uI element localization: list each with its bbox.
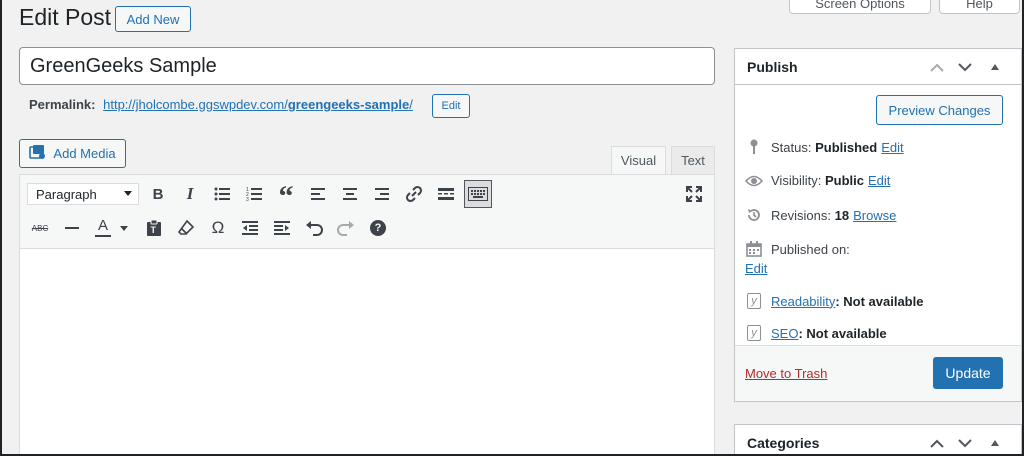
- paste-text-icon[interactable]: T: [140, 214, 168, 242]
- permalink-label: Permalink:: [29, 97, 96, 112]
- readability-row: y Readability: Not available: [745, 293, 923, 309]
- help-icon[interactable]: ?: [364, 214, 392, 242]
- increase-indent-icon[interactable]: [268, 214, 296, 242]
- update-button[interactable]: Update: [933, 357, 1003, 389]
- align-left-icon[interactable]: [304, 180, 332, 208]
- add-media-button[interactable]: Add Media: [19, 139, 126, 168]
- published-on-edit-link[interactable]: Edit: [745, 261, 767, 276]
- fullscreen-icon[interactable]: [680, 180, 708, 208]
- permalink-base: http://jholcombe.ggswpdev.com/: [103, 97, 288, 112]
- bold-icon[interactable]: B: [144, 180, 172, 208]
- format-select-value: Paragraph: [36, 186, 97, 202]
- publish-box: Publish Preview Changes Status: Publishe…: [734, 48, 1022, 402]
- screen-options-tab[interactable]: Screen Options: [789, 0, 931, 14]
- text-color-glyph: A: [97, 217, 108, 234]
- categories-header: Categories: [735, 425, 1021, 454]
- revisions-count: 18: [834, 207, 850, 223]
- blockquote-icon[interactable]: “: [272, 180, 300, 213]
- status-edit-link[interactable]: Edit: [881, 140, 903, 155]
- permalink-edit-button[interactable]: Edit: [432, 94, 470, 118]
- page-title: Edit Post: [19, 4, 112, 30]
- published-on-label: Published on:: [771, 241, 850, 257]
- italic-icon[interactable]: I: [176, 180, 204, 208]
- numbered-list-icon[interactable]: 123: [240, 180, 268, 208]
- move-down-icon[interactable]: [955, 57, 975, 77]
- post-title-input[interactable]: GreenGeeks Sample: [19, 47, 715, 85]
- svg-text:T: T: [151, 225, 157, 235]
- read-more-icon[interactable]: [432, 180, 460, 208]
- text-color-swatch: [95, 235, 111, 237]
- bullet-list-icon[interactable]: [208, 180, 236, 208]
- permalink-slug: greengeeks-sample: [287, 97, 410, 112]
- published-on-row: Published on:: [745, 241, 850, 257]
- publish-title: Publish: [747, 58, 798, 75]
- media-icon: [29, 144, 47, 163]
- move-to-trash-link[interactable]: Move to Trash: [745, 366, 827, 381]
- yoast-icon: y: [747, 293, 761, 309]
- help-glyph: ?: [370, 220, 386, 236]
- calendar-icon: [745, 241, 763, 257]
- special-character-icon[interactable]: Ω: [204, 214, 232, 242]
- visibility-row: Visibility: Public Edit: [745, 173, 890, 188]
- pin-icon: [745, 139, 763, 155]
- categories-box: Categories: [734, 424, 1022, 454]
- decrease-indent-icon[interactable]: [236, 214, 264, 242]
- tab-text[interactable]: Text: [671, 146, 715, 174]
- permalink-link[interactable]: http://jholcombe.ggswpdev.com/greengeeks…: [103, 97, 413, 112]
- eye-icon: [745, 175, 763, 187]
- add-new-button[interactable]: Add New: [115, 6, 191, 32]
- preview-changes-button[interactable]: Preview Changes: [876, 95, 1003, 125]
- seo-row: y SEO: Not available: [745, 325, 887, 341]
- collapse-toggle-icon[interactable]: [985, 433, 1005, 453]
- status-row: Status: Published Edit: [745, 139, 904, 155]
- wp-admin-screen: Edit Post Add New Screen Options Help Gr…: [2, 0, 1022, 454]
- history-icon: [745, 207, 763, 223]
- visibility-edit-link[interactable]: Edit: [868, 173, 890, 188]
- undo-icon[interactable]: [300, 214, 328, 242]
- seo-link[interactable]: SEO: [771, 326, 798, 341]
- horizontal-line-icon[interactable]: [58, 214, 86, 242]
- svg-text:3: 3: [246, 197, 249, 201]
- format-select[interactable]: Paragraph: [27, 183, 139, 205]
- move-up-icon[interactable]: [927, 57, 947, 77]
- help-tab[interactable]: Help: [939, 0, 1020, 14]
- move-up-icon[interactable]: [927, 433, 947, 453]
- strikethrough-icon[interactable]: ABC: [26, 214, 54, 242]
- permalink-row: Permalink: http://jholcombe.ggswpdev.com…: [29, 97, 413, 112]
- collapse-toggle-icon[interactable]: [985, 57, 1005, 77]
- revisions-browse-link[interactable]: Browse: [853, 208, 896, 223]
- readability-value: : Not available: [835, 293, 924, 309]
- status-value: Published: [815, 139, 878, 155]
- post-editor: Paragraph B I 123 “ ABC A T Ω ?: [19, 174, 715, 454]
- align-center-icon[interactable]: [336, 180, 364, 208]
- toolbar-toggle-icon[interactable]: [464, 180, 492, 208]
- add-media-label: Add Media: [53, 146, 116, 161]
- editor-content-area[interactable]: [20, 249, 714, 454]
- seo-value: : Not available: [798, 325, 887, 341]
- permalink-trailing: /: [409, 97, 413, 112]
- status-label: Status:: [771, 139, 812, 155]
- text-color-icon[interactable]: A: [90, 214, 116, 242]
- yoast-icon: y: [747, 325, 761, 341]
- revisions-label: Revisions:: [771, 207, 831, 223]
- visibility-value: Public: [824, 173, 864, 188]
- visibility-label: Visibility:: [771, 173, 822, 188]
- move-down-icon[interactable]: [955, 433, 975, 453]
- editor-toolbar: Paragraph B I 123 “ ABC A T Ω ?: [20, 175, 714, 249]
- redo-icon[interactable]: [332, 214, 360, 242]
- publish-actions: Move to Trash Update: [735, 345, 1021, 401]
- readability-link[interactable]: Readability: [771, 294, 835, 309]
- clear-formatting-icon[interactable]: [172, 214, 200, 242]
- publish-header: Publish: [735, 49, 1021, 85]
- categories-title: Categories: [747, 435, 820, 451]
- link-icon[interactable]: [400, 180, 428, 208]
- tab-visual[interactable]: Visual: [611, 146, 666, 174]
- revisions-row: Revisions: 18 Browse: [745, 207, 896, 223]
- chevron-down-icon: [124, 191, 132, 196]
- align-right-icon[interactable]: [368, 180, 396, 208]
- chevron-down-icon[interactable]: [116, 214, 132, 242]
